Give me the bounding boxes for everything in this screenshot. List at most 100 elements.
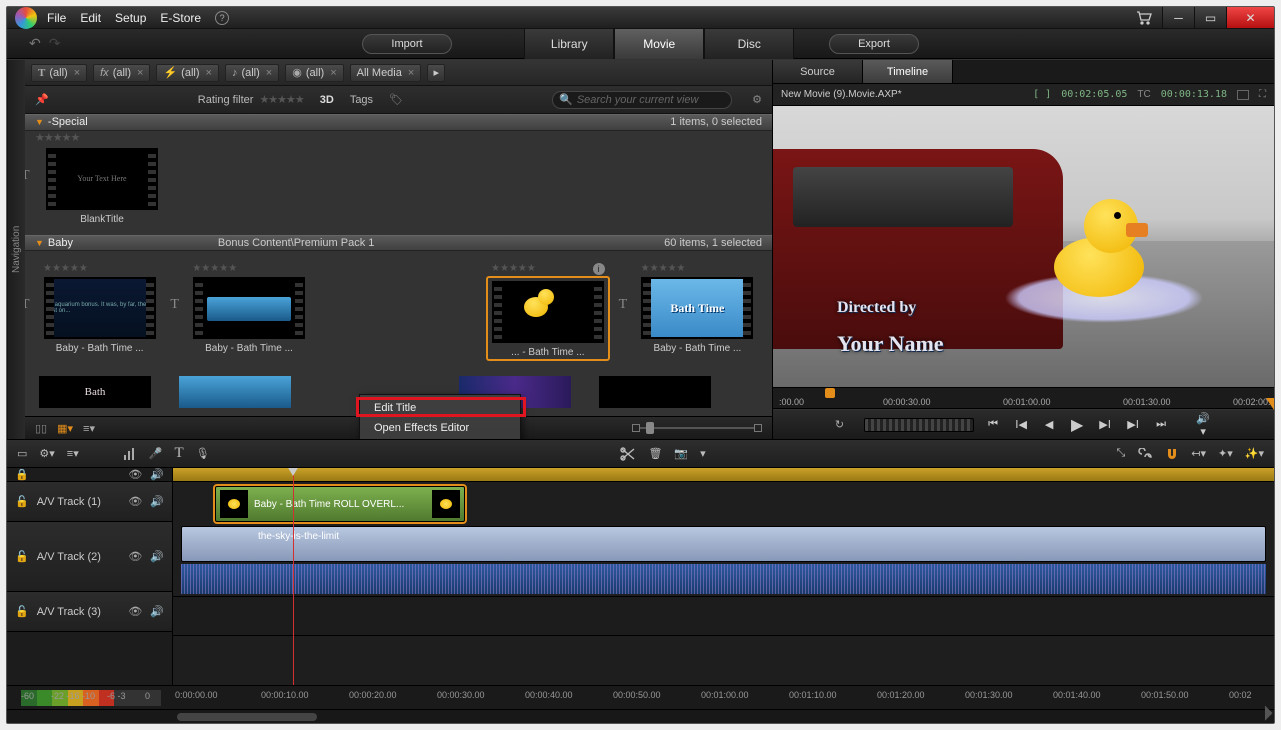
import-button[interactable]: Import (362, 34, 452, 54)
pages-icon[interactable]: ▯▯ (35, 422, 47, 435)
mute-icon[interactable]: 🔊 (150, 550, 164, 563)
prev-frame-icon[interactable]: Ⅰ◀ (1012, 418, 1030, 431)
visibility-icon[interactable]: 👁 (128, 495, 142, 508)
cart-icon[interactable] (1130, 9, 1158, 27)
mute-all-icon[interactable]: 🔊 (150, 468, 164, 481)
preview-playhead[interactable] (825, 388, 835, 398)
next-frame-icon[interactable]: ▶Ⅰ (1124, 418, 1142, 431)
title-tool-icon[interactable]: T (174, 445, 183, 462)
close-button[interactable]: ✕ (1226, 7, 1274, 28)
visibility-icon[interactable]: 👁 (128, 605, 142, 618)
step-fwd-icon[interactable]: ▶Ⅰ (1096, 418, 1114, 431)
trim-icon[interactable]: ↤▾ (1191, 447, 1206, 460)
navigation-tab[interactable]: Navigation (7, 60, 25, 439)
thumbnail-item[interactable]: ★★★★★ T Bath Time Baby - Bath Time ... (637, 277, 758, 360)
voiceover-icon[interactable]: 🎙 (196, 447, 210, 460)
thumbnail-item[interactable] (599, 376, 711, 408)
storyboard-icon[interactable]: ▭ (17, 447, 27, 460)
tags-label[interactable]: Tags (350, 94, 373, 106)
grid-view-icon[interactable]: ▦▾ (57, 422, 73, 435)
audio-waveform[interactable] (181, 564, 1266, 594)
expand-icon[interactable]: ⛶ (1259, 89, 1266, 100)
visibility-icon[interactable]: 👁 (128, 550, 142, 563)
rating-stars[interactable]: ★★★★★ (259, 93, 303, 106)
playhead-line[interactable] (293, 468, 294, 685)
chip-titles[interactable]: T(all)× (31, 64, 87, 82)
preview-viewport[interactable]: Directed by Your Name (773, 106, 1274, 387)
trash-icon[interactable]: 🗑 (648, 447, 662, 460)
mixer-icon[interactable]: ≡▾ (67, 447, 79, 460)
thumbnail-item[interactable]: ★★★★★ T An aquarium bonus. It was, by fa… (39, 277, 160, 360)
chip-add[interactable]: ▸ (427, 64, 445, 82)
group-header-special[interactable]: ▼ -Special 1 items, 0 selected (25, 114, 772, 131)
thumbnail-item[interactable]: Bath (39, 376, 151, 408)
snapshot-icon[interactable]: 📷 (674, 447, 688, 460)
group-header-baby[interactable]: ▼ Baby Bonus Content\Premium Pack 1 60 i… (25, 235, 772, 252)
maximize-button[interactable]: ▭ (1194, 7, 1226, 28)
chip-audio[interactable]: ♪(all)× (225, 64, 279, 82)
mute-icon[interactable]: 🔊 (150, 605, 164, 618)
timeline-lanes[interactable]: Baby - Bath Time ROLL OVERL... the-sky-i… (173, 468, 1274, 685)
lock-icon[interactable]: 🔓 (15, 550, 29, 563)
volume-icon[interactable]: 🔊▾ (1194, 412, 1212, 438)
fx-icon[interactable]: ✦▾ (1218, 447, 1233, 460)
link-icon[interactable] (1137, 448, 1153, 460)
thumbnail-size-slider[interactable] (632, 425, 762, 431)
tag-icon[interactable]: 🏷 (389, 93, 403, 106)
visibility-all-icon[interactable]: 👁 (128, 468, 142, 481)
magnet-icon[interactable] (1165, 447, 1179, 461)
ctx-open-effects[interactable]: Open Effects Editor (360, 418, 520, 438)
info-icon[interactable]: i (593, 263, 605, 275)
pin-icon[interactable]: 📌 (35, 93, 49, 106)
lock-icon[interactable]: 🔓 (15, 495, 29, 508)
tab-source[interactable]: Source (773, 60, 863, 83)
tab-disc[interactable]: Disc (704, 29, 794, 59)
list-view-icon[interactable]: ≡▾ (83, 422, 95, 435)
marker-icon[interactable]: ▾ (700, 447, 706, 460)
ctx-edit-title[interactable]: Edit Title (360, 398, 520, 418)
chip-transitions[interactable]: ⚡(all)× (156, 64, 218, 82)
mic-icon[interactable]: 🎤 (149, 447, 163, 460)
thumbnail-blank-title[interactable]: T Your Text Here BlankTitle (39, 148, 165, 225)
menu-setup[interactable]: Setup (115, 11, 146, 25)
clip-title[interactable]: Baby - Bath Time ROLL OVERL... (215, 486, 465, 522)
thumbnail-item-selected[interactable]: ★★★★★ i ... - Bath Time ... (487, 277, 609, 360)
thumbnail-item[interactable]: ★★★★★ T Baby - Bath Time ... (188, 277, 309, 360)
playhead-icon[interactable] (287, 468, 299, 476)
chip-effects[interactable]: fx(all)× (93, 64, 150, 82)
timeline-scrollbar[interactable] (7, 709, 1274, 723)
jog-wheel[interactable] (864, 418, 974, 432)
razor-icon[interactable] (620, 447, 636, 461)
menu-edit[interactable]: Edit (80, 11, 101, 25)
undo-icon[interactable]: ↶ (29, 35, 41, 52)
timeline-ruler[interactable]: -60 -22 -16 -10 -6 -3 0 0:00:00.00 00:00… (7, 685, 1274, 709)
chip-allmedia[interactable]: All Media× (350, 64, 422, 82)
settings-icon[interactable]: ⚙▾ (39, 447, 54, 460)
mute-icon[interactable]: 🔊 (150, 495, 164, 508)
lock-all-icon[interactable]: 🔒 (15, 468, 29, 481)
track-header-3[interactable]: 🔓 A/V Track (3) 👁 🔊 (7, 592, 172, 632)
tab-library[interactable]: Library (524, 29, 614, 59)
wand-icon[interactable]: ✨▾ (1245, 447, 1264, 460)
3d-toggle[interactable]: 3D (320, 94, 334, 106)
track-header-1[interactable]: 🔓 A/V Track (1) 👁 🔊 (7, 482, 172, 522)
group-stars[interactable]: ★★★★★ (35, 131, 79, 144)
step-back-icon[interactable]: ◀ (1040, 418, 1058, 431)
tab-timeline[interactable]: Timeline (863, 60, 953, 83)
levels-icon[interactable] (123, 447, 137, 461)
track-header-2[interactable]: 🔓 A/V Track (2) 👁 🔊 (7, 522, 172, 592)
goto-start-icon[interactable]: ⏮ (984, 418, 1002, 431)
menu-file[interactable]: File (47, 11, 66, 25)
loop-icon[interactable]: ↻ (835, 418, 844, 431)
clip-video[interactable]: the-sky-is-the-limit (181, 526, 1266, 562)
snap-icon[interactable]: ⤡ (1116, 447, 1125, 460)
chip-disc[interactable]: ◉(all)× (285, 64, 343, 82)
thumbnail-item[interactable] (179, 376, 291, 408)
minimize-button[interactable]: ─ (1162, 7, 1194, 28)
search-input[interactable]: 🔍 Search your current view (552, 91, 732, 109)
search-options-icon[interactable]: ⚙ (752, 93, 762, 106)
scrollbar-thumb[interactable] (177, 713, 317, 721)
lock-icon[interactable]: 🔓 (15, 605, 29, 618)
export-button[interactable]: Export (829, 34, 919, 54)
goto-end-icon[interactable]: ⏭ (1152, 418, 1170, 431)
